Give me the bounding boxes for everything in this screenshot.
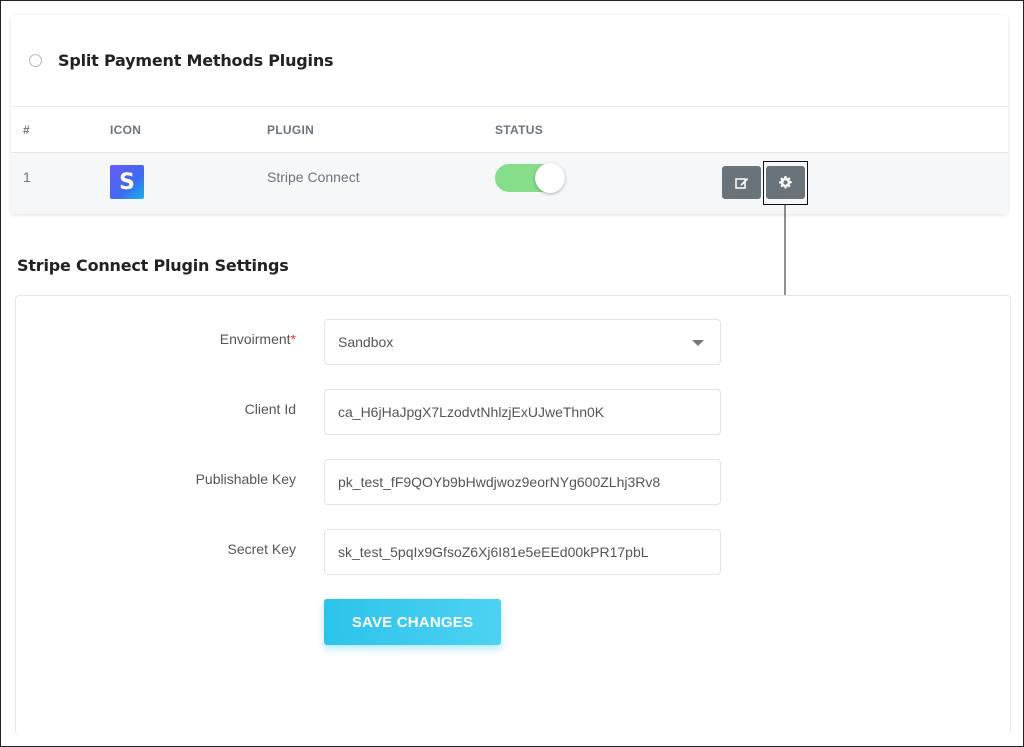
stripe-logo-icon: S [110,165,144,199]
environment-select[interactable]: Sandbox [324,319,721,365]
toggle-knob [535,163,565,193]
edit-button[interactable] [722,166,761,199]
client-id-input[interactable]: ca_H6jHaJpgX7LzodvtNhlzjExUJweThn0K [324,389,721,435]
secret-key-label: Secret Key [227,541,296,557]
stripe-logo-letter: S [119,169,135,195]
status-toggle[interactable] [495,163,565,193]
plugins-card-title: Split Payment Methods Plugins [58,51,334,70]
caret-down-icon [692,340,704,346]
secret-key-value: sk_test_5pqIx9GfsoZ6Xj6I81e5eEEd00kPR17p… [338,544,649,560]
environment-label: Envoirment* [16,331,296,347]
client-id-label: Client Id [244,401,296,417]
plugin-name: Stripe Connect [267,169,360,185]
settings-button-highlight [763,161,808,205]
column-header-status: STATUS [495,123,544,137]
row-index: 1 [23,169,31,185]
plugins-card: Split Payment Methods Plugins # ICON PLU… [11,15,1008,214]
save-changes-button[interactable]: SAVE CHANGES [324,599,501,645]
publishable-key-value: pk_test_fF9QOYb9bHwdjwoz9eorNYg600ZLhj3R… [338,474,661,490]
secret-key-input[interactable]: sk_test_5pqIx9GfsoZ6Xj6I81e5eEEd00kPR17p… [324,529,721,575]
column-header-plugin: PLUGIN [267,123,315,137]
table-header: # ICON PLUGIN STATUS [11,107,1008,153]
environment-value: Sandbox [338,334,394,350]
publishable-key-label: Publishable Key [195,471,296,487]
required-mark: * [290,331,296,347]
client-id-value: ca_H6jHaJpgX7LzodvtNhlzjExUJweThn0K [338,404,605,420]
settings-title: Stripe Connect Plugin Settings [17,256,289,275]
plugins-card-header: Split Payment Methods Plugins [11,15,1008,107]
table-row: 1 S Stripe Connect [11,153,1008,214]
publishable-key-input[interactable]: pk_test_fF9QOYb9bHwdjwoz9eorNYg600ZLhj3R… [324,459,721,505]
edit-icon [734,177,748,189]
environment-label-text: Envoirment [219,331,291,347]
radio-icon[interactable] [29,54,42,67]
column-header-index: # [23,123,30,137]
column-header-icon: ICON [110,123,142,137]
